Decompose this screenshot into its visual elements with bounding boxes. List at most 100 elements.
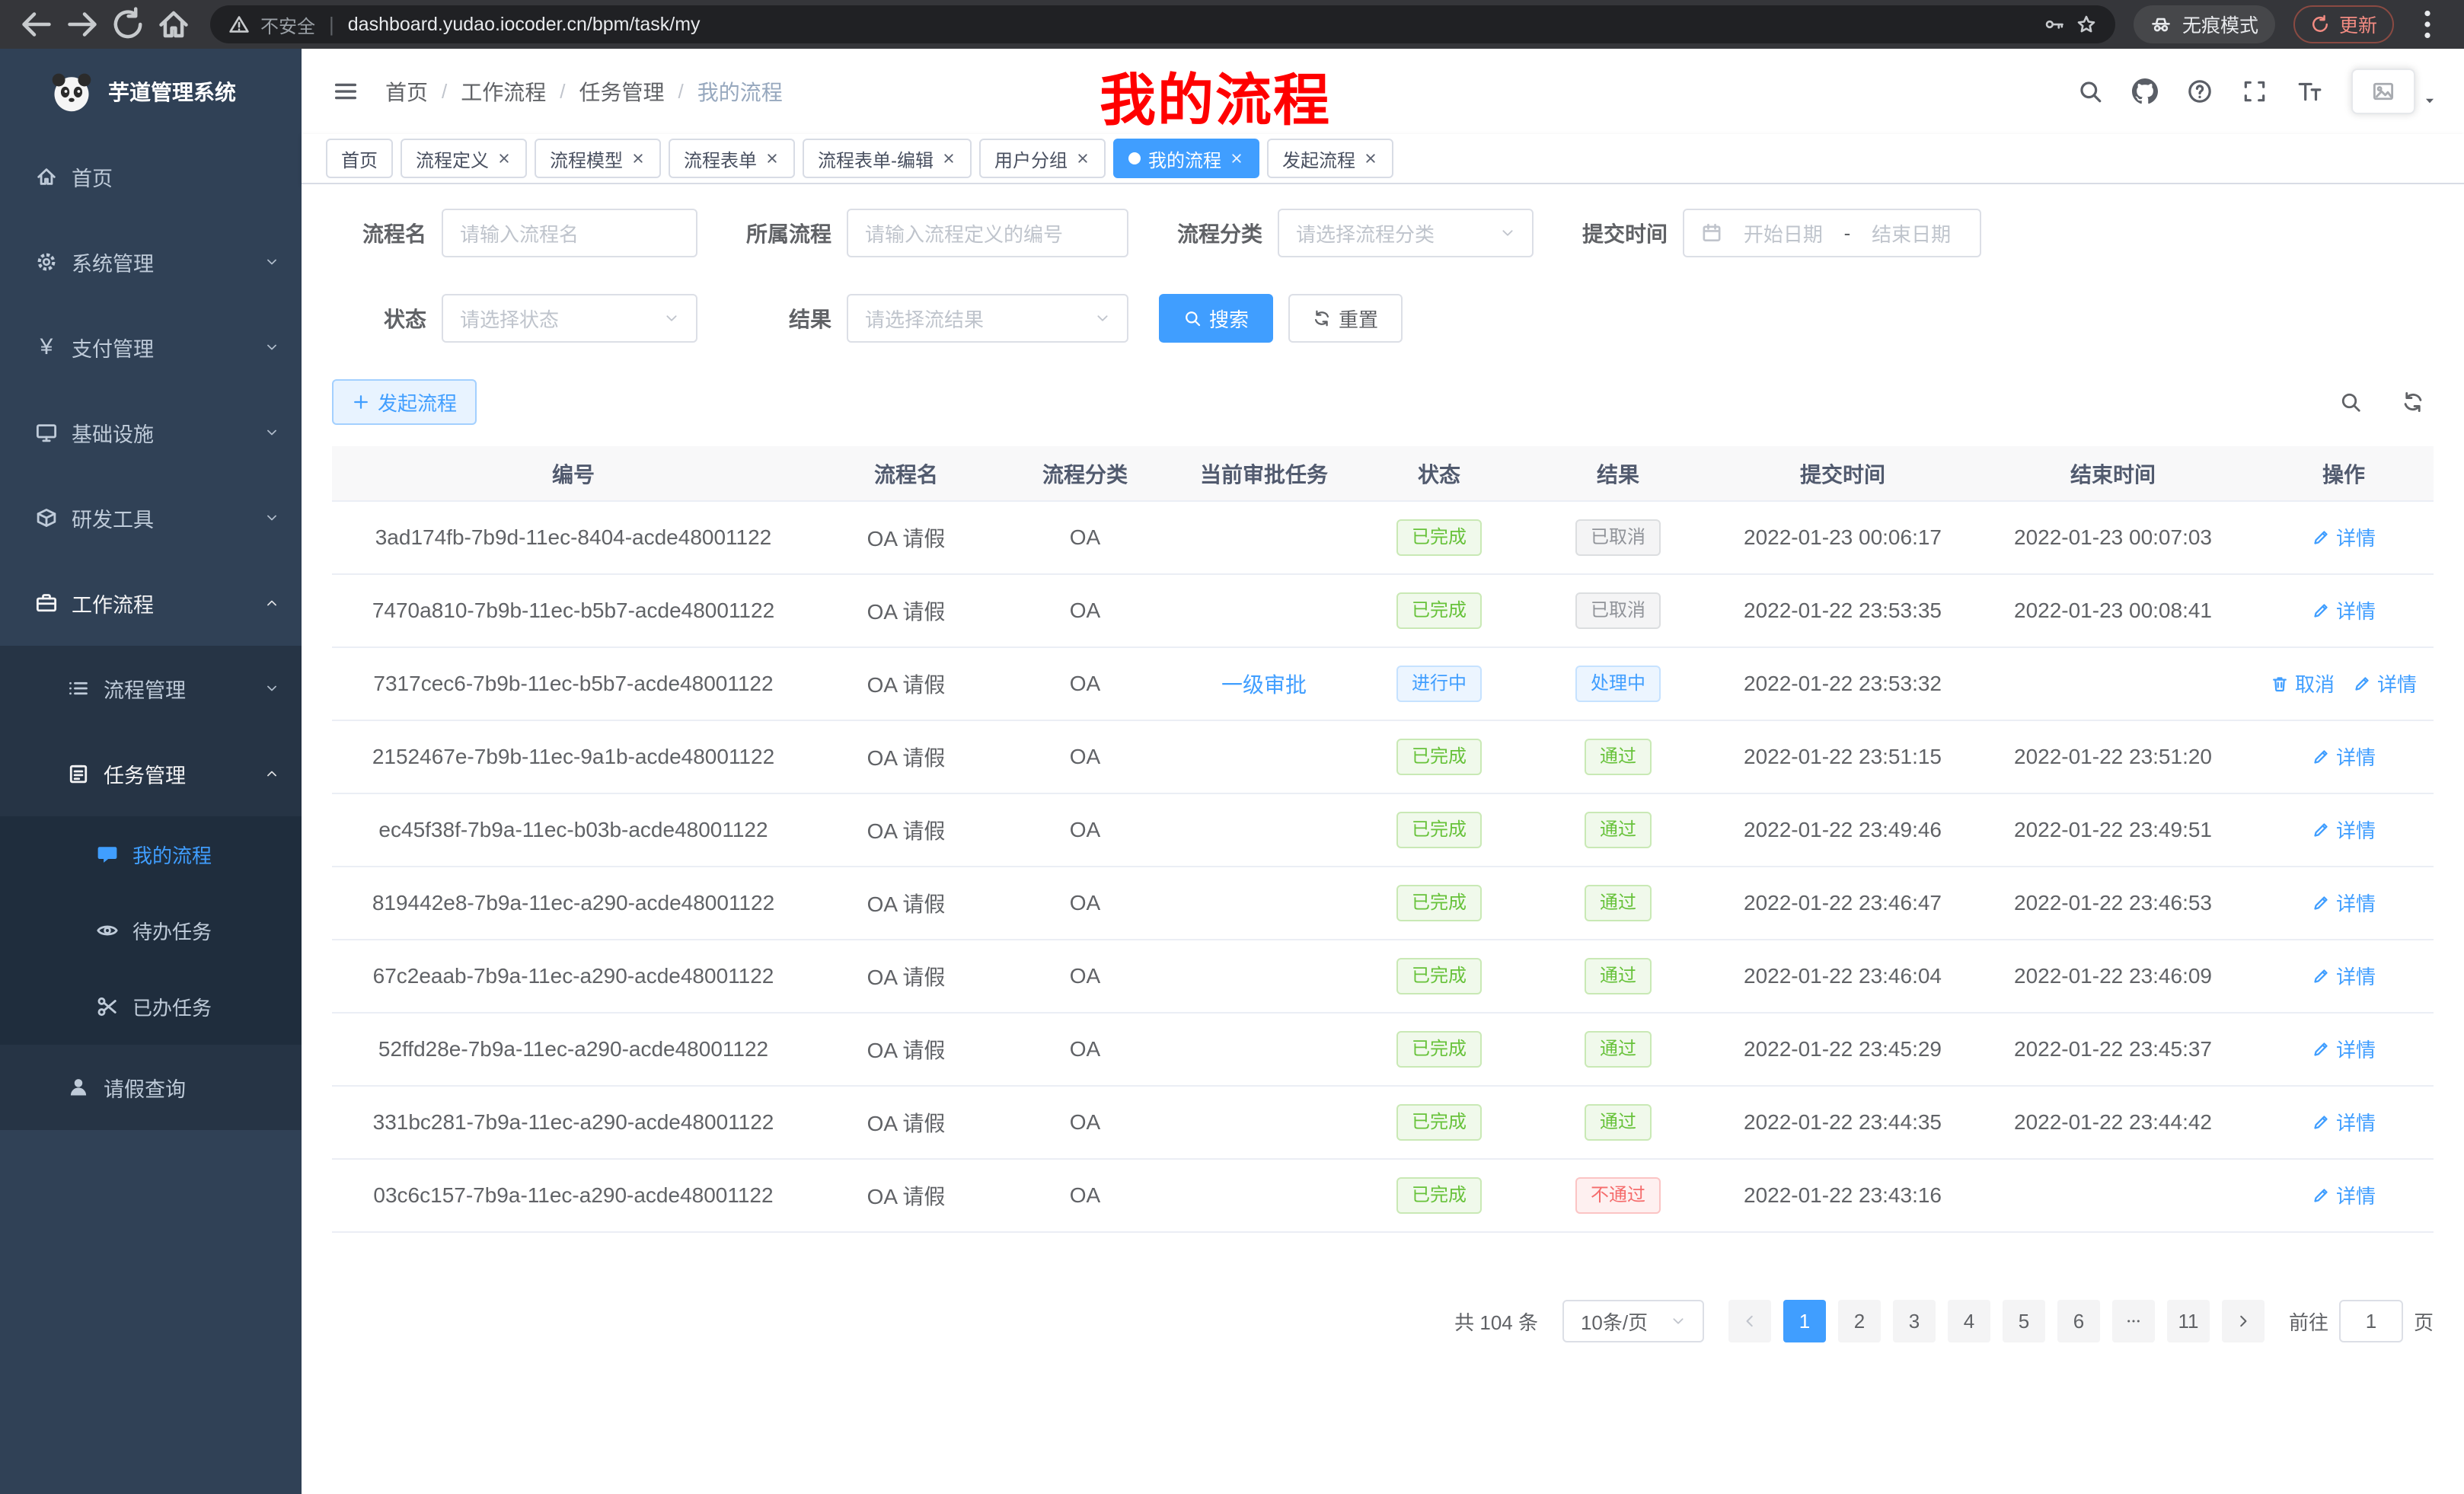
detail-action-link[interactable]: 详情 [2312, 1108, 2376, 1136]
pager-page-3[interactable]: 3 [1893, 1300, 1936, 1342]
detail-action-link[interactable]: 详情 [2312, 1035, 2376, 1063]
address-bar[interactable]: 不安全 | dashboard.yudao.iocoder.cn/bpm/tas… [210, 5, 2115, 43]
tab-label: 我的流程 [1148, 145, 1221, 172]
sidebar-item-payment[interactable]: ¥支付管理 [0, 305, 302, 390]
date-range-picker[interactable]: 开始日期 - 结束日期 [1683, 209, 1981, 257]
browser-home-icon[interactable] [155, 6, 192, 43]
address-divider: | [329, 13, 334, 37]
detail-action-link[interactable]: 详情 [2353, 669, 2417, 698]
status-select[interactable]: 请选择状态 [442, 294, 697, 343]
task-link[interactable]: 一级审批 [1221, 673, 1307, 697]
sidebar-item-workflow[interactable]: 工作流程 [0, 560, 302, 646]
pager-more-button[interactable] [2112, 1300, 2155, 1342]
sidebar-item-task-mgmt[interactable]: 任务管理 [0, 731, 302, 816]
user-menu[interactable] [2351, 69, 2437, 114]
detail-action-link[interactable]: 详情 [2312, 1181, 2376, 1209]
sidebar-item-todo-task[interactable]: 待办任务 [0, 892, 302, 969]
tab-发起流程[interactable]: 发起流程 [1267, 139, 1393, 178]
pager-page-11[interactable]: 11 [2167, 1300, 2210, 1342]
column-header: 状态 [1355, 446, 1523, 501]
refresh-table-icon[interactable] [2402, 391, 2424, 413]
chevron-up-icon [265, 767, 279, 781]
sidebar-item-done-task[interactable]: 已办任务 [0, 969, 302, 1045]
close-icon[interactable] [630, 151, 646, 166]
edit-icon [2312, 967, 2330, 985]
sidebar-item-devtools[interactable]: 研发工具 [0, 475, 302, 560]
goto-page-input[interactable]: 1 [2339, 1300, 2403, 1342]
detail-action-link[interactable]: 详情 [2312, 742, 2376, 771]
pager-page-4[interactable]: 4 [1948, 1300, 1990, 1342]
search-button[interactable]: 搜索 [1159, 294, 1273, 343]
create-process-button[interactable]: 发起流程 [332, 379, 477, 425]
cell-result: 通过 [1523, 720, 1713, 793]
tab-流程表单[interactable]: 流程表单 [669, 139, 795, 178]
tab-我的流程[interactable]: 我的流程 [1113, 139, 1259, 178]
browser-update-button[interactable]: 更新 [2293, 5, 2394, 43]
pager-page-6[interactable]: 6 [2057, 1300, 2100, 1342]
close-icon[interactable] [764, 151, 780, 166]
result-tag: 不通过 [1575, 1177, 1661, 1214]
browser-menu-icon[interactable] [2409, 6, 2446, 43]
pager-page-2[interactable]: 2 [1838, 1300, 1881, 1342]
next-page-button[interactable] [2222, 1300, 2265, 1342]
fullscreen-icon[interactable] [2242, 78, 2268, 104]
font-size-icon[interactable] [2296, 78, 2322, 104]
detail-action-link[interactable]: 详情 [2312, 889, 2376, 917]
house-icon [35, 165, 58, 188]
sidebar-item-process-mgmt[interactable]: 流程管理 [0, 646, 302, 731]
pager-page-5[interactable]: 5 [2003, 1300, 2045, 1342]
tab-流程定义[interactable]: 流程定义 [401, 139, 527, 178]
process-name-input[interactable]: 请输入流程名 [442, 209, 697, 257]
cell-result: 通过 [1523, 1086, 1713, 1159]
password-key-icon[interactable] [2044, 14, 2065, 35]
close-icon[interactable] [1075, 151, 1090, 166]
toggle-search-icon[interactable] [2339, 391, 2362, 413]
browser-reload-icon[interactable] [110, 6, 146, 43]
sidebar-item-my-process[interactable]: 我的流程 [0, 816, 302, 892]
close-icon[interactable] [1363, 151, 1378, 166]
action-label: 详情 [2336, 1035, 2376, 1063]
detail-action-link[interactable]: 详情 [2312, 962, 2376, 990]
breadcrumb-item[interactable]: 首页 [385, 76, 428, 107]
cell-status: 已完成 [1355, 1086, 1523, 1159]
detail-action-link[interactable]: 详情 [2312, 816, 2376, 844]
update-label: 更新 [2339, 11, 2377, 38]
detail-action-link[interactable]: 详情 [2312, 523, 2376, 551]
sidebar-item-infrastructure[interactable]: 基础设施 [0, 390, 302, 475]
close-icon[interactable] [1229, 151, 1244, 166]
browser-back-icon[interactable] [18, 6, 55, 43]
bookmark-star-icon[interactable] [2076, 14, 2097, 35]
detail-action-link[interactable]: 详情 [2312, 596, 2376, 624]
tab-流程表单-编辑[interactable]: 流程表单-编辑 [803, 139, 972, 178]
tab-用户分组[interactable]: 用户分组 [979, 139, 1106, 178]
close-icon[interactable] [496, 151, 512, 166]
sidebar-item-system[interactable]: 系统管理 [0, 219, 302, 305]
page-size-select[interactable]: 10条/页 [1562, 1300, 1704, 1342]
breadcrumb-item[interactable]: 工作流程 [461, 76, 546, 107]
ellipsis-icon [2125, 1313, 2142, 1330]
header-search-icon[interactable] [2077, 78, 2103, 104]
app-logo[interactable]: 芋道管理系统 [0, 49, 302, 134]
cell-id: ec45f38f-7b9a-11ec-b03b-acde48001122 [332, 793, 815, 867]
result-select[interactable]: 请选择流结果 [847, 294, 1128, 343]
category-select[interactable]: 请选择流程分类 [1278, 209, 1534, 257]
tab-流程模型[interactable]: 流程模型 [535, 139, 661, 178]
tab-首页[interactable]: 首页 [326, 139, 393, 178]
cell-result: 通过 [1523, 940, 1713, 1013]
sidebar-item-home[interactable]: 首页 [0, 134, 302, 219]
sidebar-toggle-icon[interactable] [332, 78, 359, 105]
sidebar-item-leave-query[interactable]: 请假查询 [0, 1045, 302, 1130]
prev-page-button[interactable] [1728, 1300, 1771, 1342]
status-tag: 已完成 [1396, 1104, 1482, 1141]
breadcrumb-item[interactable]: 任务管理 [579, 76, 665, 107]
github-icon[interactable] [2132, 78, 2158, 104]
pager-page-1[interactable]: 1 [1783, 1300, 1826, 1342]
close-icon[interactable] [941, 151, 956, 166]
browser-forward-icon[interactable] [64, 6, 101, 43]
cancel-action-link[interactable]: 取消 [2271, 669, 2335, 698]
process-def-input[interactable]: 请输入流程定义的编号 [847, 209, 1128, 257]
cell-id: 7317cec6-7b9b-11ec-b5b7-acde48001122 [332, 647, 815, 720]
help-icon[interactable] [2187, 78, 2213, 104]
reset-button[interactable]: 重置 [1288, 294, 1403, 343]
cell-submit-time: 2022-01-22 23:45:29 [1713, 1013, 1972, 1086]
